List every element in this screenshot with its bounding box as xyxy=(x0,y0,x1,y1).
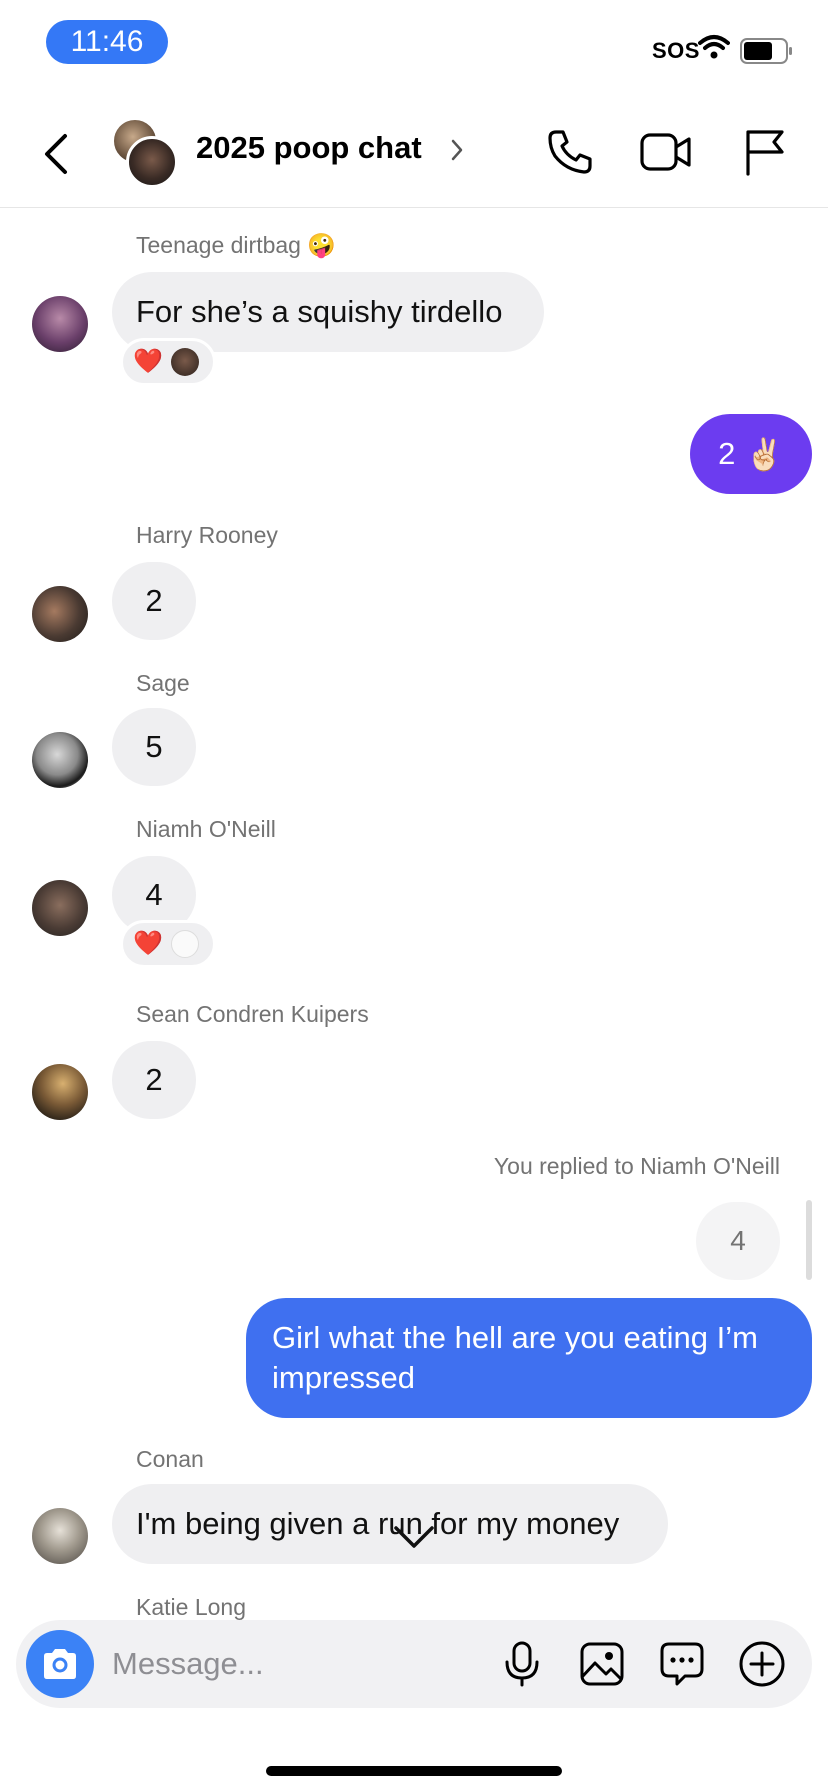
back-button[interactable] xyxy=(36,126,76,182)
outgoing-message-bubble[interactable]: Girl what the hell are you eating I’m im… xyxy=(246,1298,812,1418)
message-text: 2 xyxy=(718,436,736,471)
avatar[interactable] xyxy=(32,586,88,642)
reactor-avatar xyxy=(170,348,199,376)
message-text: Girl what the hell are you eating I’m im… xyxy=(272,1320,758,1395)
reply-context-label: You replied to Niamh O'Neill xyxy=(493,1153,780,1179)
scrollbar[interactable] xyxy=(806,1200,812,1280)
video-call-button[interactable] xyxy=(636,122,696,182)
group-avatar[interactable] xyxy=(110,118,182,188)
heart-reaction-icon: ❤️ xyxy=(133,348,163,375)
call-button[interactable] xyxy=(540,122,600,182)
sender-name: Sage xyxy=(136,670,190,696)
wifi-icon xyxy=(698,35,730,59)
heart-reaction-icon: ❤️ xyxy=(133,930,163,957)
message-text: For she’s a squishy tirdello xyxy=(136,294,503,329)
back-chevron-icon xyxy=(45,134,67,174)
quoted-text: 4 xyxy=(730,1225,746,1256)
flag-icon xyxy=(746,130,784,176)
home-indicator[interactable] xyxy=(266,1766,562,1776)
image-icon xyxy=(580,1642,624,1686)
avatar[interactable] xyxy=(32,732,88,788)
status-time: 11:46 xyxy=(46,20,168,64)
message-text: 4 xyxy=(145,877,163,912)
message-bubble[interactable]: I'm being given a run for my money xyxy=(112,1484,668,1564)
sender-name: Teenage dirtbag 🤪 xyxy=(136,232,336,259)
plus-circle-icon xyxy=(739,1641,785,1687)
battery-icon xyxy=(740,38,792,64)
scroll-to-bottom-icon[interactable] xyxy=(392,1524,436,1550)
sender-name: Katie Long xyxy=(136,1594,246,1620)
sticker-button[interactable] xyxy=(654,1636,710,1692)
sender-name-text: Teenage dirtbag xyxy=(136,232,301,258)
reaction-pill[interactable]: ❤️ xyxy=(120,338,216,386)
avatar[interactable] xyxy=(32,1064,88,1120)
sender-name: Conan xyxy=(136,1446,204,1472)
victory-hand-emoji: ✌🏻 xyxy=(745,436,784,472)
message-bubble[interactable]: 5 xyxy=(112,708,196,786)
chevron-right-icon[interactable] xyxy=(450,138,464,162)
more-options-button[interactable] xyxy=(734,1636,790,1692)
chat-header: 2025 poop chat xyxy=(0,100,828,208)
message-composer xyxy=(16,1620,812,1708)
gallery-button[interactable] xyxy=(574,1636,630,1692)
camera-button[interactable] xyxy=(26,1630,94,1698)
message-bubble[interactable]: 2 xyxy=(112,1041,196,1119)
phone-icon xyxy=(548,130,592,174)
voice-message-button[interactable] xyxy=(494,1636,550,1692)
sticker-chat-icon xyxy=(660,1642,704,1686)
sender-name: Sean Condren Kuipers xyxy=(136,1001,369,1027)
camera-icon xyxy=(44,1649,76,1679)
reactor-avatar xyxy=(170,930,199,958)
message-bubble[interactable]: 2 xyxy=(112,562,196,640)
message-input[interactable] xyxy=(112,1640,472,1688)
quoted-message[interactable]: 4 xyxy=(696,1202,780,1280)
message-text: 2 xyxy=(145,583,163,618)
chat-title[interactable]: 2025 poop chat xyxy=(196,130,422,166)
video-camera-icon xyxy=(640,133,691,171)
avatar[interactable] xyxy=(32,296,88,352)
group-avatar-member-2 xyxy=(126,136,178,188)
sender-name: Niamh O'Neill xyxy=(136,816,276,842)
message-text: 2 xyxy=(145,1062,163,1097)
microphone-icon xyxy=(505,1641,539,1687)
message-text: 5 xyxy=(145,729,163,764)
sender-emoji: 🤪 xyxy=(307,232,336,258)
sender-name: Harry Rooney xyxy=(136,522,278,548)
avatar[interactable] xyxy=(32,880,88,936)
sos-indicator: SOS xyxy=(652,38,700,63)
flag-button[interactable] xyxy=(734,122,794,182)
reaction-pill[interactable]: ❤️ xyxy=(120,920,216,968)
avatar[interactable] xyxy=(32,1508,88,1564)
status-bar: 11:46 SOS xyxy=(0,0,828,90)
outgoing-message-bubble[interactable]: 2 ✌🏻 xyxy=(690,414,812,494)
message-text: I'm being given a run for my money xyxy=(136,1506,620,1541)
